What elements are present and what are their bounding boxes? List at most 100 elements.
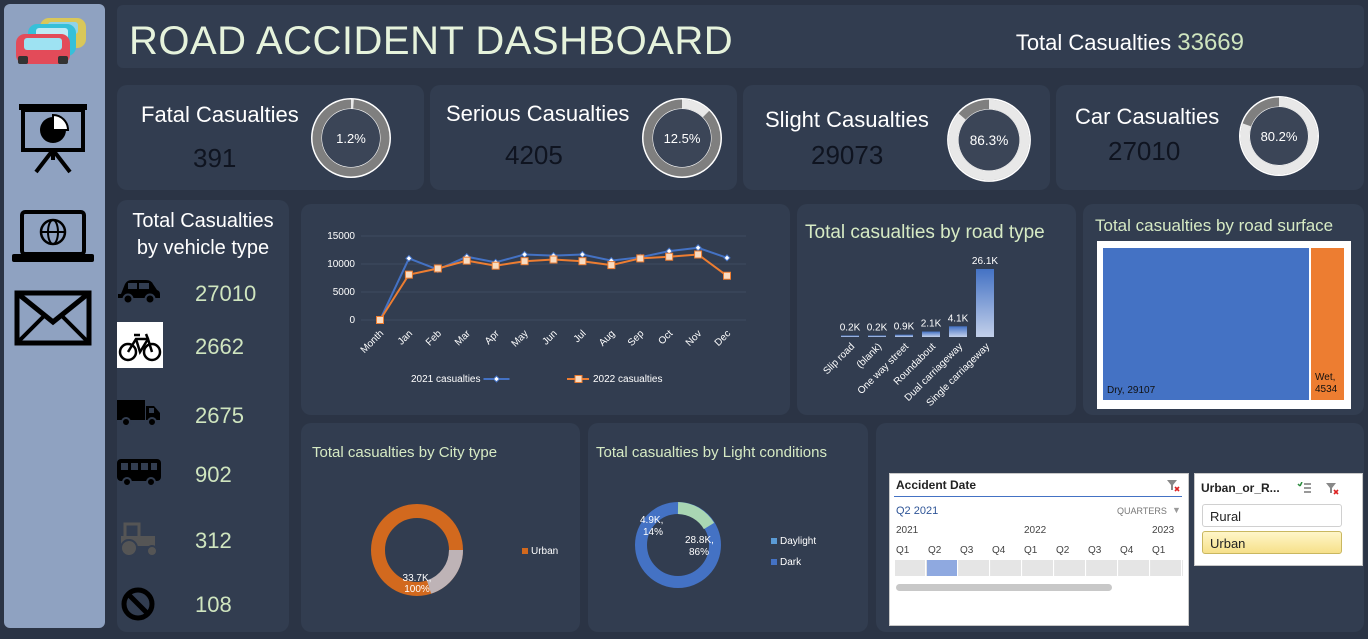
quarter-label: Q3 [1088,545,1102,556]
x-tick-label: Jul [572,328,589,345]
category-label: Slip road [821,341,857,377]
urban-rural-slicer[interactable]: Urban_or_R... Rural Urban [1194,473,1363,566]
urban-rural-title: Urban_or_R... [1201,481,1280,495]
treemap-frame: Dry, 29107 Wet, 4534 [1097,241,1351,409]
y-tick-label: 0 [349,315,355,326]
bar-label: 26.1K [972,256,998,267]
kpi-ring: 86.3% [947,98,1031,182]
legend-label: 2022 casualties [593,374,663,385]
city-slice-label: 33.7K, [403,573,432,584]
data-point [665,252,674,261]
vehicle-row-car: 27010 [117,274,289,314]
date-slicer-divider [894,496,1182,497]
data-point [376,316,384,324]
mail-icon[interactable] [14,290,92,353]
laptop-globe-icon[interactable] [10,210,96,271]
vehicle-row-bus: 902 [117,457,289,497]
kpi-percent: 1.2% [336,131,366,146]
slicer-item-rural[interactable]: Rural [1202,504,1342,527]
x-tick-label: Jan [396,328,415,347]
date-slicer-selected: Q2 2021 [896,505,939,517]
kpi-value: 27010 [1108,136,1181,166]
quarter-cell[interactable] [1055,560,1086,576]
year-label: 2023 [1152,525,1175,536]
kpi-card-car: Car Casualties 27010 80.2% [1056,85,1364,190]
quarter-cell[interactable] [1119,560,1150,576]
x-tick-label: Mar [453,328,473,348]
light-slice-dark-label: 4.9K, [640,515,663,526]
data-point [578,250,587,259]
quarter-label: Q3 [960,545,974,556]
kpi-value: 391 [193,143,237,173]
bar-label: 0.9K [894,322,915,333]
header-panel: ROAD ACCIDENT DASHBOARD Total Casualties… [117,5,1364,68]
quarter-cell[interactable] [1087,560,1118,576]
quarter-cell[interactable] [1151,560,1182,576]
data-point [491,261,500,270]
slicer-item-urban[interactable]: Urban [1202,531,1342,554]
x-tick-label: Apr [483,328,502,347]
light-conditions-title: Total casualties by Light conditions [596,444,827,461]
y-tick-label: 15000 [327,231,355,242]
city-type-panel: Total casualties by City type 33.7K, 100… [301,423,580,632]
kpi-label: Fatal Casualties [141,102,299,127]
data-point [433,264,442,273]
timeline-scrollbar[interactable] [896,584,1112,591]
presentation-chart-icon[interactable] [16,100,90,179]
date-slicer-period[interactable]: QUARTERS [1117,506,1167,516]
total-casualties-label: Total Casualties [1015,30,1172,55]
kpi-card-serious: Serious Casualties 4205 12.5% [430,85,737,190]
road-type-title: Total casualties by road type [805,222,1045,243]
quarter-cell[interactable] [991,560,1022,576]
date-slicer[interactable]: Accident Date Q2 2021 QUARTERS ▼ 2021 20… [889,473,1189,626]
kpi-card-fatal: Fatal Casualties 391 1.2% [117,85,424,190]
multi-select-icon[interactable] [1297,482,1311,495]
year-label: 2022 [1024,525,1047,536]
light-conditions-panel: Total casualties by Light conditions 4.9… [588,423,868,632]
data-point [636,254,645,263]
quarter-label: Q1 [896,545,910,556]
vehicle-value: 2662 [195,334,244,359]
quarter-labels: Q1 Q2 Q3 Q4 Q1 Q2 Q3 Q4 Q1 [896,545,1184,559]
quarter-cell[interactable] [895,560,926,576]
bar [976,269,994,337]
x-tick-label: Feb [424,328,444,348]
kpi-percent: 80.2% [1261,129,1298,144]
quarter-label: Q2 [1056,545,1070,556]
bar-label: 0.2K [840,323,861,334]
x-tick-label: Sep [626,328,647,349]
legend-label: 2021 casualties [411,374,481,385]
data-point [549,255,558,264]
x-tick-label: Aug [597,328,617,348]
kpi-value: 29073 [811,140,884,170]
kpi-ring: 12.5% [642,98,722,178]
bus-icon [117,459,161,487]
clear-filter-icon[interactable] [1166,479,1180,493]
legend-marker [492,375,501,383]
vehicle-value: 902 [195,462,232,487]
treemap-tile-dry: Dry, 29107 [1103,248,1309,400]
quarter-cell[interactable] [959,560,990,576]
chevron-down-icon[interactable]: ▼ [1172,505,1181,515]
vehicle-row-truck: 2675 [117,398,289,438]
legend-dark: Dark [780,557,802,568]
tractor-icon [120,522,158,557]
vehicle-value: 2675 [195,403,244,428]
kpi-value: 4205 [505,140,563,170]
kpi-ring: 1.2% [311,98,391,178]
treemap-label-wet: Wet, 4534 [1315,372,1338,395]
page-title: ROAD ACCIDENT DASHBOARD [129,19,734,63]
clear-filter-icon[interactable] [1325,482,1339,496]
treemap-tile-wet: Wet, 4534 [1311,248,1344,400]
quarter-timeline[interactable] [895,560,1183,576]
quarter-cell[interactable] [1023,560,1054,576]
city-type-title: Total casualties by City type [312,444,498,461]
quarter-cell[interactable] [927,560,958,576]
quarter-label: Q4 [992,545,1006,556]
no-entry-icon [121,587,155,621]
kpi-percent: 86.3% [970,133,1009,148]
cars-icon[interactable] [14,12,92,77]
monthly-trend-chart: 15000 10000 5000 0 Month Jan Feb Mar Apr May Jun Ju… [327,231,746,385]
quarter-label: Q2 [928,545,942,556]
kpi-percent: 12.5% [664,131,701,146]
